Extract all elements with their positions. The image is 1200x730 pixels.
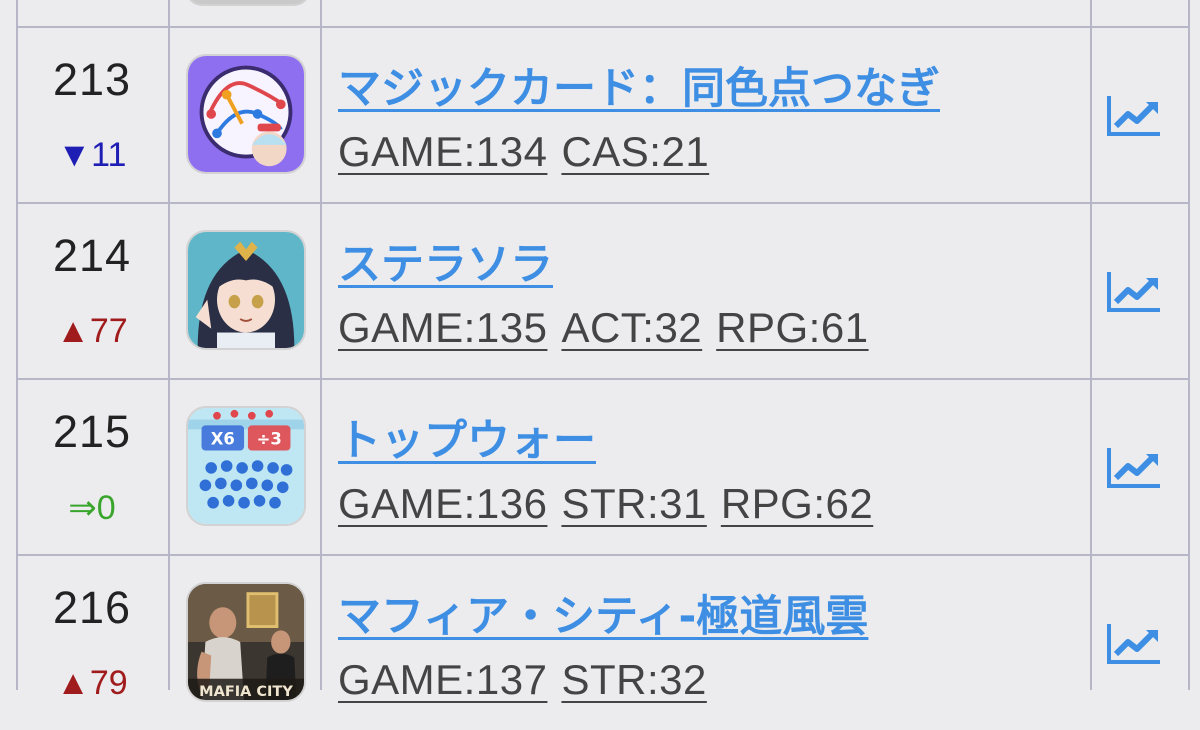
icon-cell xyxy=(170,28,320,202)
category-tag[interactable]: RPG:61 xyxy=(716,304,868,352)
rank-cell: 214 ▲77 xyxy=(18,204,168,378)
rank-number: 213 xyxy=(52,54,132,105)
trend-chart-icon[interactable] xyxy=(1106,446,1162,490)
info-cell: マジックカード：同色点つなぎ GAME:134 CAS:21 xyxy=(322,28,1090,202)
category-tags: GAME:137 STR:32 xyxy=(338,656,721,704)
rank-change: ▲77 xyxy=(56,312,128,350)
icon-cell: MAFIA CITY xyxy=(170,556,320,730)
app-title-link[interactable]: ステラソラ xyxy=(338,230,553,292)
app-title-link[interactable]: トップウォー xyxy=(338,406,596,468)
table-row: 214 ▲77 ステラソラ GAME:135 ACT:32 RPG:61 xyxy=(18,204,1190,378)
trend-chart-icon[interactable] xyxy=(1106,270,1162,314)
mafia-city-game-icon: MAFIA CITY xyxy=(188,584,304,700)
trend-chart-icon[interactable] xyxy=(1106,94,1162,138)
icon-cell xyxy=(170,204,320,378)
category-tag[interactable]: CAS:21 xyxy=(561,128,709,176)
divider-gate-label: ÷3 xyxy=(257,430,282,449)
info-cell: ステラソラ GAME:135 ACT:32 RPG:61 xyxy=(322,204,1090,378)
rank-cell: 216 ▲79 xyxy=(18,556,168,730)
game-logo-text: MAFIA CITY xyxy=(199,684,293,700)
table-row: 216 ▲79 MAFIA CITY マフィア・シティ-極道風雲 GAME:13… xyxy=(18,556,1190,730)
category-tag[interactable]: GAME:137 xyxy=(338,656,547,704)
category-tag[interactable]: GAME:135 xyxy=(338,304,547,352)
app-title-link[interactable]: マジックカード：同色点つなぎ xyxy=(338,54,940,116)
info-cell: マフィア・シティ-極道風雲 GAME:137 STR:32 xyxy=(322,556,1090,730)
ranking-table: 213 ▼11 マジックカード：同色点つなぎ GAME:134 CAS:21 2… xyxy=(0,0,1200,703)
category-tag[interactable]: STR:32 xyxy=(561,656,706,704)
info-cell: トップウォー GAME:136 STR:31 RPG:62 xyxy=(322,380,1090,554)
crowd-runner-game-icon[interactable]: X6 ÷3 xyxy=(186,406,306,526)
category-tags: GAME:134 CAS:21 xyxy=(338,128,723,176)
rank-number: 216 xyxy=(52,582,132,633)
previous-row-icon xyxy=(186,0,310,6)
rank-number: 215 xyxy=(52,406,132,457)
category-tag[interactable]: ACT:32 xyxy=(561,304,702,352)
chart-cell xyxy=(1092,556,1190,730)
table-row: 213 ▼11 マジックカード：同色点つなぎ GAME:134 CAS:21 xyxy=(18,28,1190,202)
category-tag[interactable]: GAME:134 xyxy=(338,128,547,176)
icon-cell: X6 ÷3 xyxy=(170,380,320,554)
anime-girl-portrait-icon xyxy=(188,232,304,348)
category-tags: GAME:135 ACT:32 RPG:61 xyxy=(338,304,883,352)
table-row: 215 ⇒0 X6 ÷3 トップウォー GAME:136 STR:31 RPG:… xyxy=(18,380,1190,554)
rank-change: ▲79 xyxy=(56,664,128,702)
chart-cell xyxy=(1092,204,1190,378)
crowd-runner-game-icon: X6 ÷3 xyxy=(188,408,304,524)
category-tag[interactable]: GAME:136 xyxy=(338,480,547,528)
category-tags: GAME:136 STR:31 RPG:62 xyxy=(338,480,887,528)
rank-change: ▼11 xyxy=(57,136,127,174)
category-tag[interactable]: STR:31 xyxy=(561,480,706,528)
multiplier-gate-label: X6 xyxy=(211,430,235,449)
chart-cell xyxy=(1092,28,1190,202)
category-tag[interactable]: RPG:62 xyxy=(721,480,873,528)
rank-cell: 215 ⇒0 xyxy=(18,380,168,554)
app-title-link[interactable]: マフィア・シティ-極道風雲 xyxy=(338,582,868,644)
rank-number: 214 xyxy=(52,230,132,281)
dot-connect-puzzle-icon xyxy=(188,56,304,172)
mafia-city-game-icon[interactable]: MAFIA CITY xyxy=(186,582,306,702)
trend-chart-icon[interactable] xyxy=(1106,622,1162,666)
anime-girl-portrait-icon[interactable] xyxy=(186,230,306,350)
rank-cell: 213 ▼11 xyxy=(18,28,168,202)
rank-change: ⇒0 xyxy=(68,489,116,527)
chart-cell xyxy=(1092,380,1190,554)
dot-connect-puzzle-icon[interactable] xyxy=(186,54,306,174)
